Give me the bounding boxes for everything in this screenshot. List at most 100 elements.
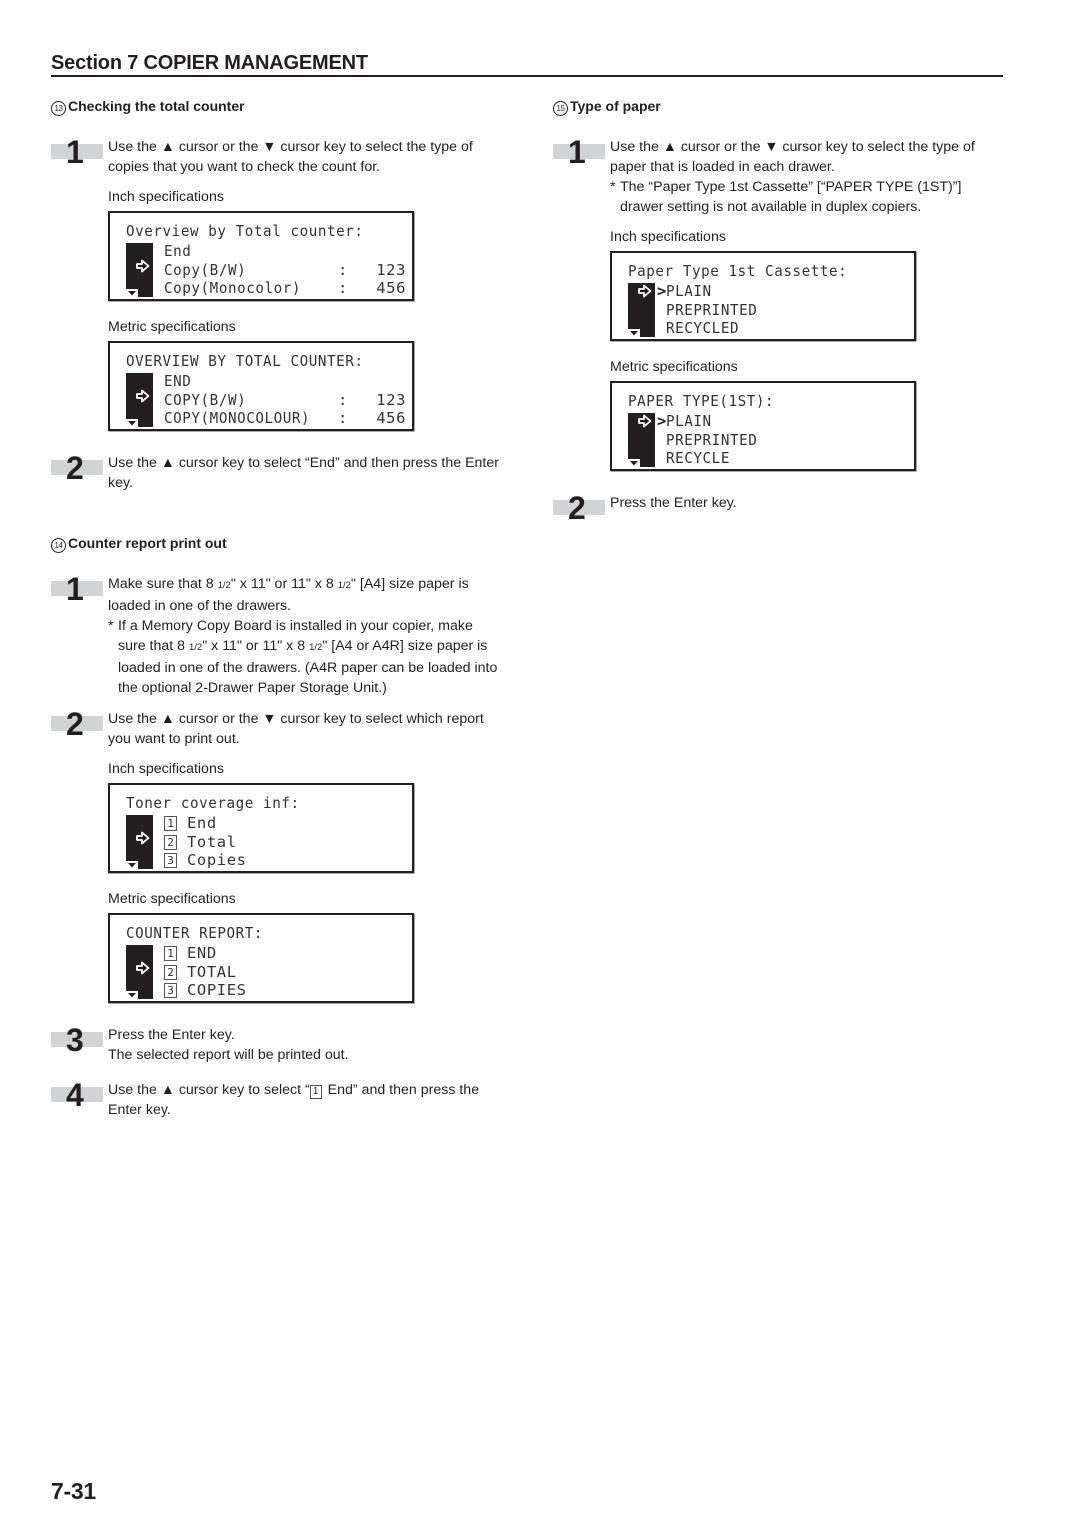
step-number: 2 <box>66 450 84 486</box>
step-number: 2 <box>66 706 84 742</box>
step-badge: 2 <box>51 452 103 484</box>
lcd-row: 3 Copies <box>164 851 406 870</box>
right-arrow-icon <box>136 961 150 975</box>
lcd-title: PAPER TYPE(1ST): <box>628 392 775 410</box>
lcd-title: COUNTER REPORT: <box>126 924 264 942</box>
lcd-row-selected: > PLAIN <box>657 412 712 430</box>
counter-value: 456 <box>376 409 406 427</box>
number-key-icon: 2 <box>164 964 177 980</box>
step-note: * If a Memory Copy Board is installed in … <box>108 618 498 696</box>
lcd-title: Overview by Total counter: <box>126 222 364 240</box>
lcd-row: RECYCLE <box>666 449 730 467</box>
lcd-rows: END COPY(B/W):123 COPY(MONOCOLOUR):456 <box>164 372 406 428</box>
number-key-icon: 2 <box>164 834 177 850</box>
lcd-cursor-bar <box>126 373 153 427</box>
triangle-down-icon <box>126 861 138 869</box>
step-text: Use the ▲ cursor or the ▼ cursor key to … <box>108 139 473 175</box>
lcd-title: Paper Type 1st Cassette: <box>628 262 848 280</box>
lcd-row: 1 End <box>164 814 406 833</box>
triangle-down-icon <box>126 991 138 999</box>
number-key-icon: 3 <box>164 983 177 998</box>
lcd-row: 1 END <box>164 944 406 963</box>
circled-number: 14 <box>51 538 66 553</box>
step-note: * The “Paper Type 1st Cassette” [“PAPER T… <box>610 179 962 215</box>
step-number: 3 <box>66 1022 84 1058</box>
inch-spec-label: Inch specifications <box>108 761 224 777</box>
step-text: Make sure that 8 1/2" x 11" or 11" x 8 1… <box>108 574 503 698</box>
metric-spec-label: Metric specifications <box>610 359 738 375</box>
lcd-row-selected: 2 TOTAL <box>164 963 406 982</box>
section-13-heading: 13 Checking the total counter <box>51 97 245 116</box>
lcd-row-selected: > PLAIN <box>657 282 712 300</box>
lcd-display-metric-counter: OVERVIEW BY TOTAL COUNTER: END COPY(B/W)… <box>108 341 414 431</box>
counter-value: 123 <box>376 260 406 279</box>
lcd-cursor-bar <box>628 283 655 337</box>
page-number: 7-31 <box>51 1478 96 1504</box>
lcd-row-selected: 2 Total <box>164 833 406 852</box>
step-text: Use the ▲ cursor or the ▼ cursor key to … <box>108 711 484 747</box>
lcd-display-metric-report: COUNTER REPORT: 1 END 2 TOTAL 3 COPIES <box>108 913 414 1003</box>
lcd-display-inch-report: Toner coverage inf: 1 End 2 Total 3 Copies <box>108 783 414 873</box>
lcd-row: Copy(Monocolor):456 <box>164 279 406 297</box>
lcd-row-selected: Copy(B/W):123 <box>164 260 406 279</box>
right-arrow-icon <box>136 831 150 845</box>
step-badge: 1 <box>553 136 605 168</box>
circled-number: 13 <box>51 101 66 116</box>
right-arrow-icon <box>638 284 652 298</box>
section-13-title: Checking the total counter <box>68 98 245 114</box>
step-badge: 1 <box>51 573 103 605</box>
triangle-down-icon <box>126 419 138 427</box>
metric-spec-label: Metric specifications <box>108 319 236 335</box>
counter-value: 123 <box>376 390 406 409</box>
step-text: Use the ▲ cursor or the ▼ cursor key to … <box>610 137 995 217</box>
lcd-row: RECYCLED <box>666 319 740 337</box>
section-14-heading: 14 Counter report print out <box>51 534 227 553</box>
step-badge: 3 <box>51 1024 103 1056</box>
step-badge: 2 <box>553 492 605 524</box>
lcd-rows: 1 END 2 TOTAL 3 COPIES <box>164 944 406 1000</box>
lcd-rows: End Copy(B/W):123 Copy(Monocolor):456 <box>164 242 406 298</box>
inch-spec-label: Inch specifications <box>610 229 726 245</box>
lcd-row: End <box>164 242 192 260</box>
section-15-title: Type of paper <box>570 98 661 114</box>
lcd-row: PREPRINTED <box>666 430 758 449</box>
number-key-icon: 1 <box>309 1085 322 1099</box>
lcd-rows: > PLAIN PREPRINTED RECYCLED <box>657 282 908 338</box>
step-text: Press the Enter key. <box>610 495 737 511</box>
step-badge: 2 <box>51 708 103 740</box>
step-number: 1 <box>568 134 586 170</box>
lcd-row-selected: COPY(B/W):123 <box>164 390 406 409</box>
step-badge: 1 <box>51 136 103 168</box>
lcd-row: COPY(MONOCOLOUR):456 <box>164 409 406 427</box>
step-number: 2 <box>568 490 586 526</box>
step-text: Press the Enter key. The selected report… <box>108 1027 349 1063</box>
lcd-cursor-bar <box>126 945 153 999</box>
triangle-down-icon <box>126 289 138 297</box>
step-text: Use the ▲ cursor key to select “End” and… <box>108 455 499 491</box>
lcd-row: END <box>164 372 192 390</box>
right-arrow-icon <box>638 414 652 428</box>
inch-spec-label: Inch specifications <box>108 189 224 205</box>
lcd-rows: > PLAIN PREPRINTED RECYCLE <box>657 412 908 468</box>
counter-value: 456 <box>376 279 406 297</box>
lcd-display-inch-paper-type: Paper Type 1st Cassette: > PLAIN PREPRINT… <box>610 251 916 341</box>
lcd-title: OVERVIEW BY TOTAL COUNTER: <box>126 352 364 370</box>
right-arrow-icon <box>136 389 150 403</box>
section-14-title: Counter report print out <box>68 535 227 551</box>
lcd-cursor-bar <box>628 413 655 467</box>
lcd-row: 3 COPIES <box>164 981 406 1000</box>
step-badge: 4 <box>51 1079 103 1111</box>
section-15-heading: 15 Type of paper <box>553 97 661 116</box>
lcd-rows: 1 End 2 Total 3 Copies <box>164 814 406 870</box>
step-number: 4 <box>66 1077 84 1113</box>
section-header: Section 7 COPIER MANAGEMENT <box>51 52 1003 77</box>
number-key-icon: 1 <box>164 946 177 961</box>
lcd-cursor-bar <box>126 243 153 297</box>
step-number: 1 <box>66 571 84 607</box>
triangle-down-icon <box>628 329 640 337</box>
number-key-icon: 3 <box>164 853 177 868</box>
section-title: Section 7 COPIER MANAGEMENT <box>51 52 368 74</box>
circled-number: 15 <box>553 101 568 116</box>
lcd-display-inch-counter: Overview by Total counter: End Copy(B/W)… <box>108 211 414 301</box>
lcd-row: PREPRINTED <box>666 300 758 319</box>
